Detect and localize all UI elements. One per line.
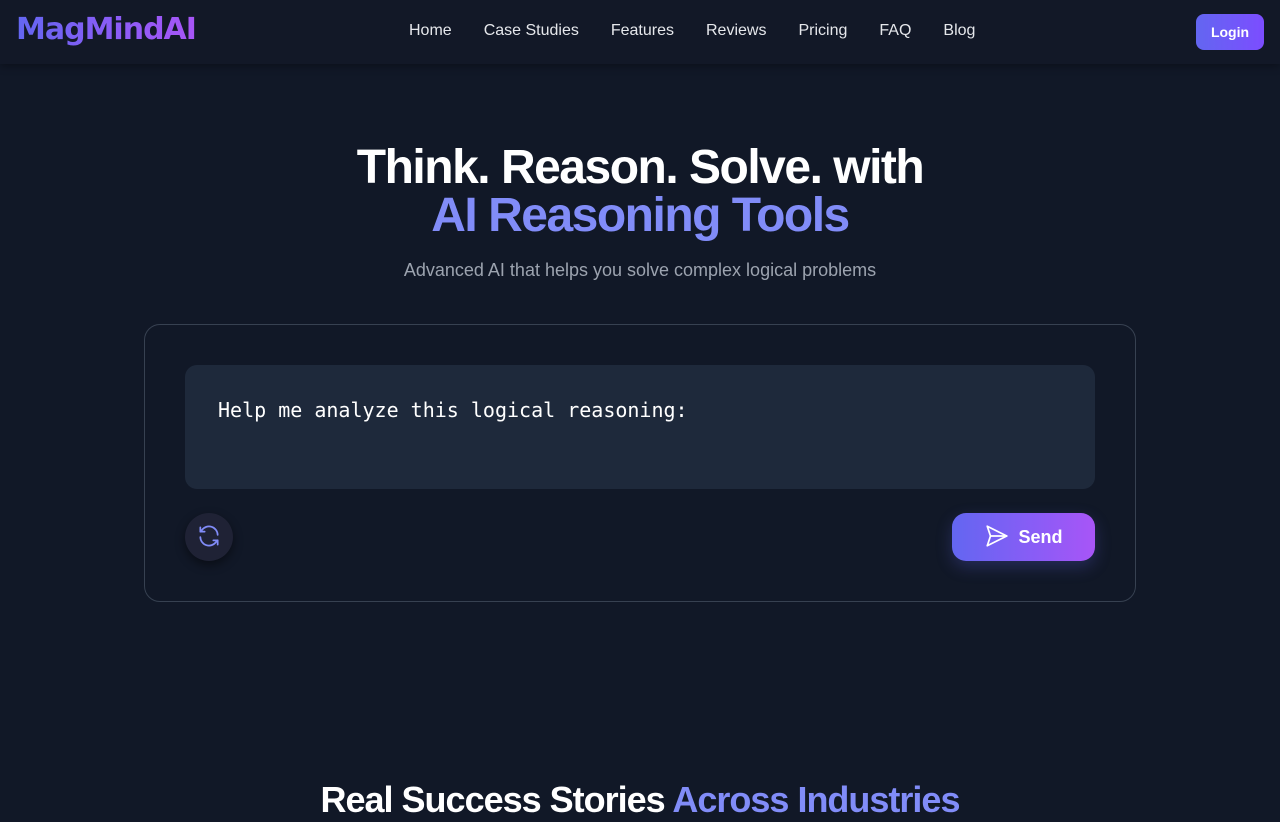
nav-item-faq[interactable]: FAQ — [863, 20, 927, 42]
hero-title: Think. Reason. Solve. with AI Reasoning … — [0, 144, 1280, 240]
main-nav: Home Case Studies Features Reviews Prici… — [393, 20, 991, 42]
success-stories-heading: Real Success Stories Across Industries — [0, 778, 1280, 822]
nav-item-features[interactable]: Features — [595, 20, 690, 42]
login-button[interactable]: Login — [1196, 14, 1264, 50]
reasoning-composer-card: Help me analyze this logical reasoning: … — [144, 324, 1136, 602]
send-button[interactable]: Send — [952, 513, 1095, 561]
hero-subtitle: Advanced AI that helps you solve complex… — [403, 260, 877, 280]
hero-title-highlight: AI Reasoning Tools — [431, 189, 850, 242]
refresh-button[interactable] — [185, 513, 233, 561]
nav-item-reviews[interactable]: Reviews — [690, 20, 782, 42]
send-button-label: Send — [1018, 526, 1063, 547]
prompt-input[interactable]: Help me analyze this logical reasoning: — [185, 365, 1095, 489]
send-icon — [984, 523, 1010, 552]
refresh-icon — [196, 523, 222, 552]
nav-item-home[interactable]: Home — [393, 20, 468, 42]
hero-title-line1: Think. Reason. Solve. with — [356, 141, 925, 194]
top-navbar: MagMindAI Home Case Studies Features Rev… — [0, 0, 1280, 64]
brand-logo[interactable]: MagMindAI — [16, 12, 197, 48]
nav-item-pricing[interactable]: Pricing — [782, 20, 863, 42]
nav-item-case-studies[interactable]: Case Studies — [468, 20, 595, 42]
nav-item-blog[interactable]: Blog — [927, 20, 991, 42]
